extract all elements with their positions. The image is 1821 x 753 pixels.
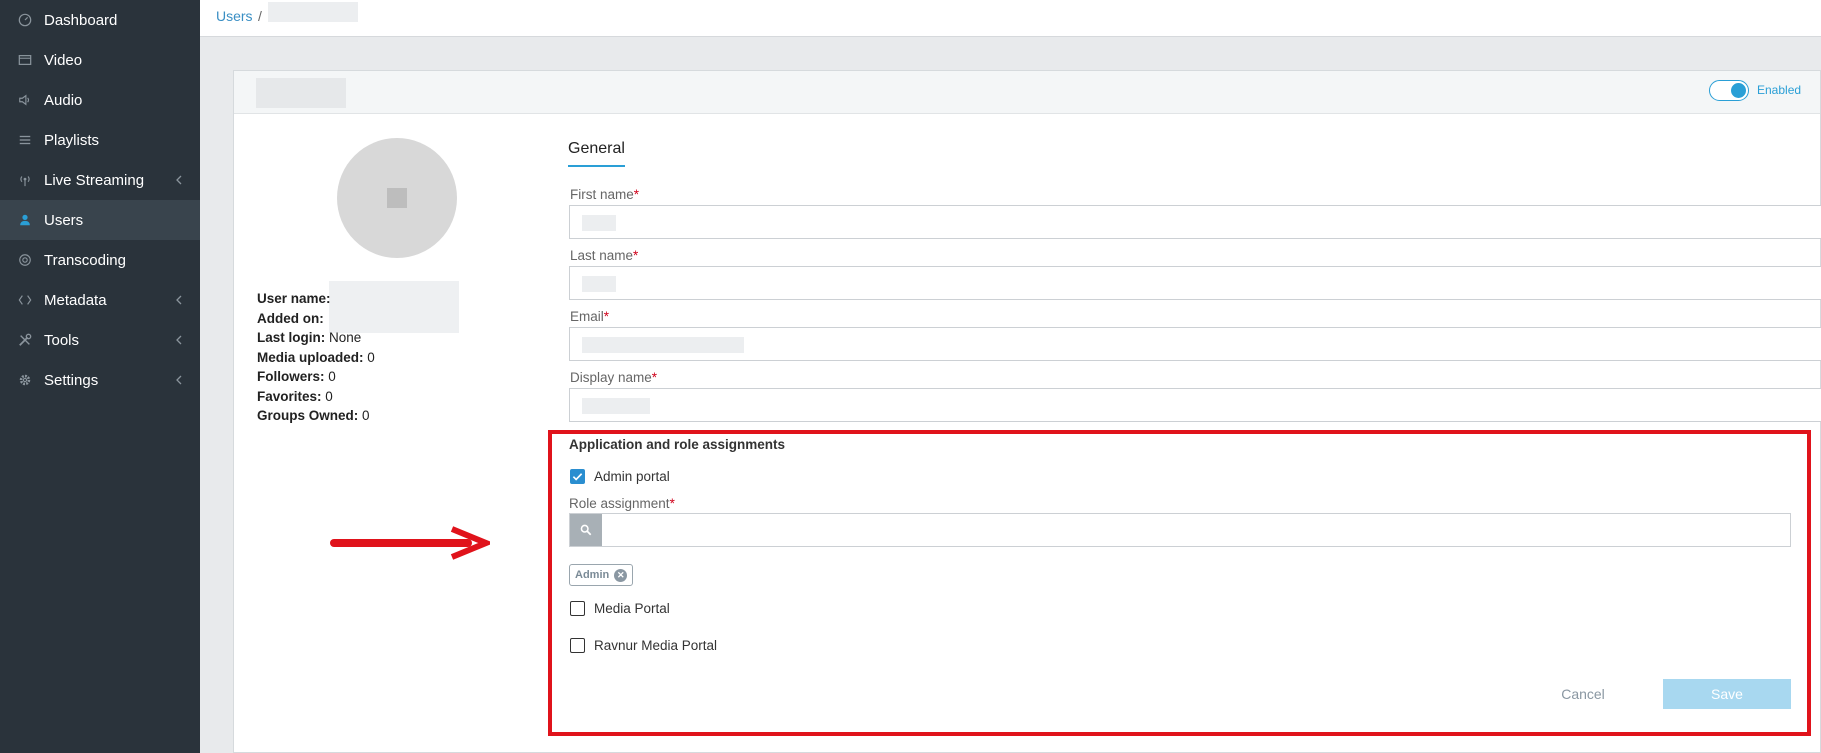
checkmark-icon <box>572 473 583 481</box>
media-portal-checkbox[interactable] <box>570 601 585 616</box>
last-name-field[interactable] <box>569 266 1821 300</box>
redacted-value <box>582 215 616 231</box>
first-name-field[interactable] <box>569 205 1821 239</box>
sidebar-item-video[interactable]: Video <box>0 40 200 80</box>
redacted-value <box>582 337 744 353</box>
user-name-label: User name: <box>257 291 331 306</box>
media-uploaded-row: Media uploaded: 0 <box>257 350 375 365</box>
chevron-left-icon <box>176 375 182 385</box>
last-login-label: Last login: <box>257 330 326 345</box>
added-on-row: Added on: <box>257 311 324 326</box>
groups-owned-label: Groups Owned: <box>257 408 359 423</box>
sidebar-item-label: Video <box>44 51 83 69</box>
followers-row: Followers: 0 <box>257 369 336 384</box>
followers-value: 0 <box>328 369 336 384</box>
sidebar-item-label: Metadata <box>44 291 107 309</box>
redacted-value <box>582 398 650 414</box>
sidebar-item-label: Audio <box>44 91 83 109</box>
video-icon <box>17 52 33 68</box>
followers-label: Followers: <box>257 369 325 384</box>
admin-portal-label: Admin portal <box>594 469 670 484</box>
sidebar-item-label: Dashboard <box>44 11 118 29</box>
metadata-icon <box>17 292 33 308</box>
sidebar-item-label: Playlists <box>44 131 100 149</box>
ravnur-media-portal-checkbox[interactable] <box>570 638 585 653</box>
favorites-value: 0 <box>325 389 333 404</box>
favorites-label: Favorites: <box>257 389 322 404</box>
groups-owned-value: 0 <box>362 408 370 423</box>
display-name-label: Display name* <box>570 370 658 385</box>
breadcrumb-users-link[interactable]: Users <box>216 8 253 24</box>
added-on-label: Added on: <box>257 311 324 326</box>
email-field[interactable] <box>569 327 1821 361</box>
toggle-knob <box>1731 83 1746 98</box>
playlist-icon <box>17 132 33 148</box>
sidebar: Dashboard Video Audio Playlists Live Str… <box>0 0 200 753</box>
role-section-title: Application and role assignments <box>569 437 786 452</box>
ravnur-media-portal-label: Ravnur Media Portal <box>594 638 718 653</box>
sidebar-item-label: Tools <box>44 331 80 349</box>
media-uploaded-label: Media uploaded: <box>257 350 364 365</box>
search-button[interactable] <box>570 514 602 546</box>
breadcrumb: Users / <box>200 0 1821 37</box>
breadcrumb-current-redacted <box>268 2 358 22</box>
save-button[interactable]: Save <box>1663 679 1791 709</box>
cancel-button[interactable]: Cancel <box>1547 679 1619 709</box>
dashboard-icon <box>17 12 33 28</box>
role-chip-label: Admin <box>575 569 610 581</box>
media-portal-label: Media Portal <box>594 601 670 616</box>
chevron-left-icon <box>176 295 182 305</box>
enabled-label: Enabled <box>1757 83 1802 97</box>
media-uploaded-value: 0 <box>367 350 375 365</box>
live-streaming-icon <box>17 172 33 188</box>
tools-icon <box>17 332 33 348</box>
tab-general[interactable]: General <box>568 140 625 167</box>
highlight-box <box>548 430 1811 736</box>
groups-owned-row: Groups Owned: 0 <box>257 408 370 423</box>
sidebar-item-label: Transcoding <box>44 251 126 269</box>
user-icon <box>17 212 33 228</box>
sidebar-item-label: Live Streaming <box>44 171 145 189</box>
sidebar-item-audio[interactable]: Audio <box>0 80 200 120</box>
annotation-arrow-icon <box>330 526 490 560</box>
user-title-redacted <box>256 78 346 108</box>
redacted-value <box>582 276 616 292</box>
panel-header: Enabled <box>234 71 1820 114</box>
avatar-placeholder-icon <box>387 188 407 208</box>
sidebar-item-metadata[interactable]: Metadata <box>0 280 200 320</box>
transcoding-icon <box>17 252 33 268</box>
avatar <box>337 138 457 258</box>
last-login-row: Last login: None <box>257 330 361 345</box>
enabled-toggle[interactable] <box>1709 80 1749 101</box>
profile-values-redacted <box>329 281 459 333</box>
last-login-value: None <box>329 330 362 345</box>
user-name-row: User name: <box>257 291 331 306</box>
favorites-row: Favorites: 0 <box>257 389 333 404</box>
sidebar-item-users[interactable]: Users <box>0 200 200 240</box>
admin-portal-checkbox[interactable] <box>570 469 585 484</box>
sidebar-item-playlists[interactable]: Playlists <box>0 120 200 160</box>
chevron-left-icon <box>176 335 182 345</box>
chevron-left-icon <box>176 175 182 185</box>
sidebar-item-label: Settings <box>44 371 99 389</box>
breadcrumb-separator: / <box>258 8 262 24</box>
last-name-label: Last name* <box>570 248 639 263</box>
search-icon <box>580 524 592 536</box>
sidebar-item-label: Users <box>44 211 84 229</box>
sidebar-item-transcoding[interactable]: Transcoding <box>0 240 200 280</box>
role-assignment-label: Role assignment* <box>569 496 675 511</box>
sidebar-item-live-streaming[interactable]: Live Streaming <box>0 160 200 200</box>
audio-icon <box>17 92 33 108</box>
gear-icon <box>17 372 33 388</box>
sidebar-item-dashboard[interactable]: Dashboard <box>0 0 200 40</box>
sidebar-item-settings[interactable]: Settings <box>0 360 200 400</box>
role-assignment-input[interactable] <box>569 513 1791 547</box>
remove-chip-icon[interactable]: ✕ <box>614 568 628 582</box>
display-name-field[interactable] <box>569 388 1821 422</box>
sidebar-item-tools[interactable]: Tools <box>0 320 200 360</box>
role-chip-admin: Admin ✕ <box>569 564 634 586</box>
first-name-label: First name* <box>570 187 640 202</box>
email-label: Email* <box>570 309 610 324</box>
